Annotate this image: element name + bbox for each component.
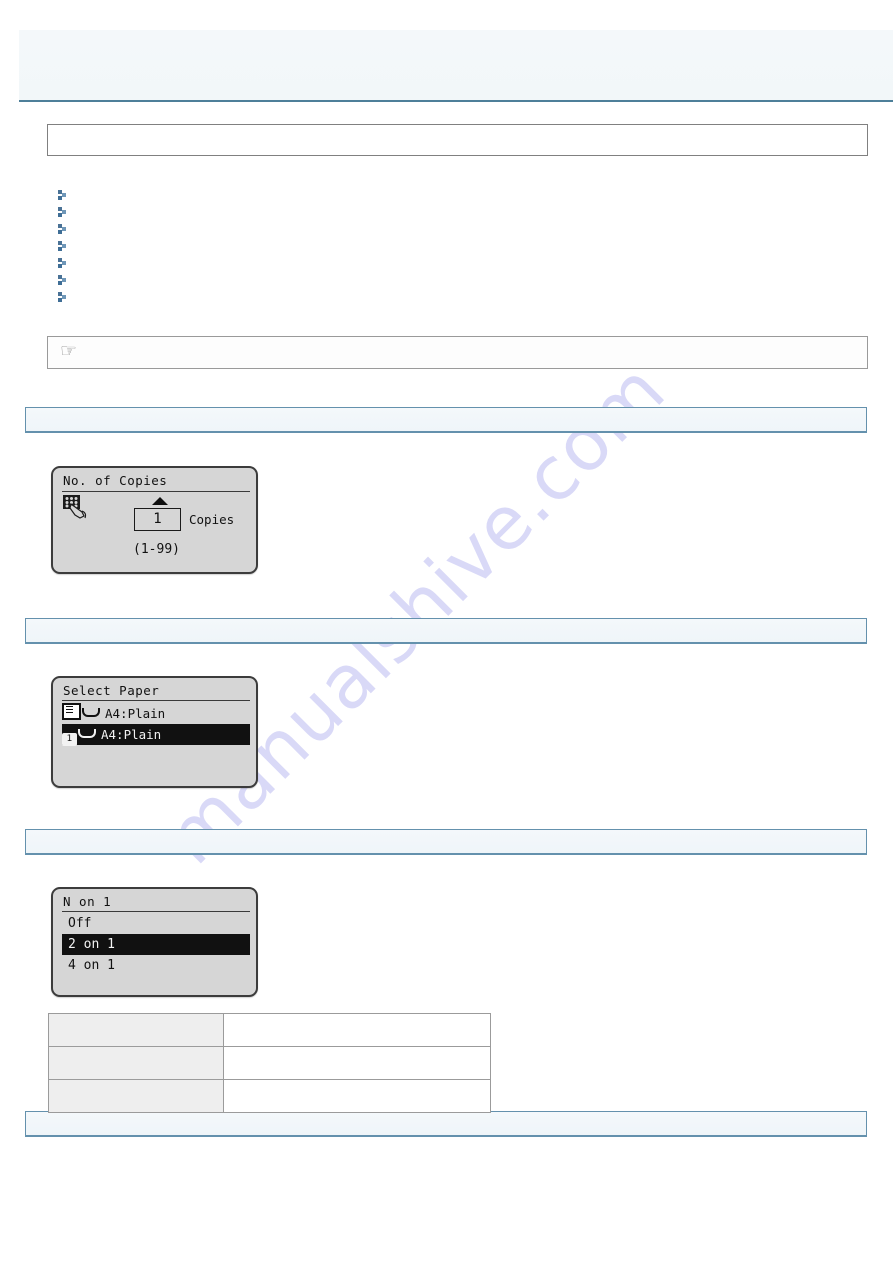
table-cell-key [48, 1013, 224, 1047]
chevron-right-icon [58, 257, 67, 268]
table-cell-key [48, 1046, 224, 1080]
pointing-hand-icon: ☞ [60, 341, 78, 362]
table-cell-value [223, 1079, 491, 1113]
multi-purpose-tray-icon [62, 703, 81, 720]
table-row [48, 1046, 491, 1080]
copies-value: 1 [153, 511, 162, 527]
arrow-up-icon [152, 497, 168, 505]
chevron-right-icon [58, 206, 67, 217]
lcd-screen-n-on-1: N on 1 Off 2 on 1 4 on 1 [51, 887, 258, 997]
section-bar [25, 618, 867, 644]
section-bar [25, 1111, 867, 1137]
list-item[interactable] [58, 220, 858, 237]
tray-glyph-icon [78, 729, 96, 738]
page-header-band [19, 30, 893, 102]
lcd-title: N on 1 [63, 894, 112, 909]
note-box: ☞ [47, 336, 868, 369]
chevron-right-icon [58, 189, 67, 200]
copies-value-box[interactable]: 1 [134, 508, 181, 531]
chevron-right-icon [58, 274, 67, 285]
tray-glyph-icon [82, 708, 100, 717]
copies-unit-label: Copies [189, 512, 235, 527]
lcd-screen-select-paper: Select Paper A4:Plain 1 A4:Plain [51, 676, 258, 788]
lcd-screen-number-of-copies: No. of Copies 1 Copies (1-99) [51, 466, 258, 574]
list-item[interactable] [58, 237, 858, 254]
list-item[interactable] [58, 288, 858, 305]
lcd-title: No. of Copies [63, 473, 168, 488]
list-item[interactable] [58, 203, 858, 220]
paper-row-label: A4:Plain [105, 706, 166, 721]
lcd-title-rule [62, 911, 250, 912]
options-table [48, 1013, 491, 1113]
section-bar [25, 829, 867, 855]
n-on-1-option-off[interactable]: Off [62, 913, 250, 934]
intro-box [47, 124, 868, 156]
table-cell-key [48, 1079, 224, 1113]
link-list [58, 186, 858, 305]
n-on-1-option-4-on-1[interactable]: 4 on 1 [62, 955, 250, 976]
lcd-title-rule [62, 491, 250, 492]
paper-source-row-cassette-1[interactable]: 1 A4:Plain [62, 724, 250, 746]
paper-row-label: A4:Plain [101, 727, 162, 742]
lcd-title-rule [62, 700, 250, 701]
table-row [48, 1013, 491, 1047]
chevron-right-icon [58, 291, 67, 302]
table-row [48, 1079, 491, 1113]
list-item[interactable] [58, 254, 858, 271]
paper-source-row-multi-purpose-tray[interactable]: A4:Plain [62, 703, 250, 724]
section-bar [25, 407, 867, 433]
list-item[interactable] [58, 186, 858, 203]
table-cell-value [223, 1013, 491, 1047]
numeric-keypad-hand-icon [62, 494, 94, 520]
table-cell-value [223, 1046, 491, 1080]
manual-page: ☞ No. of Copies 1 Copies (1-99) Select P… [0, 0, 893, 1263]
list-item[interactable] [58, 271, 858, 288]
n-on-1-option-2-on-1[interactable]: 2 on 1 [62, 934, 250, 955]
lcd-title: Select Paper [63, 683, 160, 698]
chevron-right-icon [58, 223, 67, 234]
chevron-right-icon [58, 240, 67, 251]
copies-range-label: (1-99) [133, 542, 180, 557]
paper-cassette-1-icon: 1 [62, 733, 77, 746]
